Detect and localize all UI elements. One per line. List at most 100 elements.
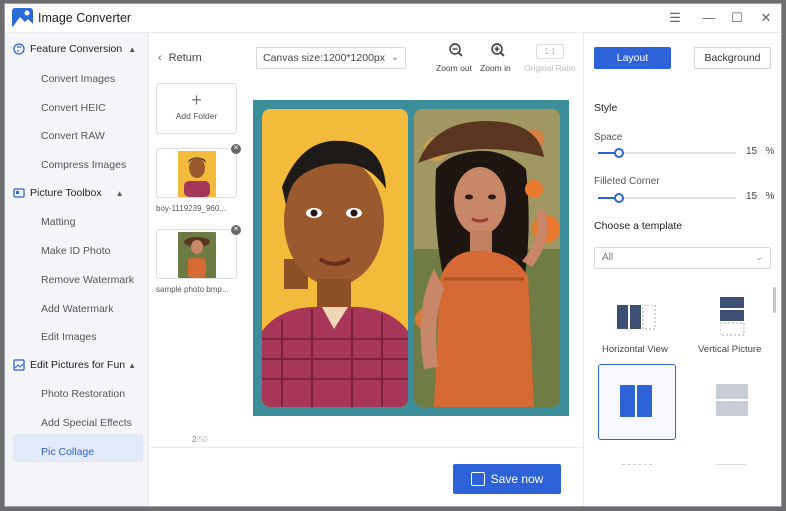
sidebar-item-compress-images[interactable]: Compress Images bbox=[41, 159, 126, 171]
collage-cell-left[interactable] bbox=[262, 109, 408, 407]
sidebar-item-matting[interactable]: Matting bbox=[41, 216, 75, 228]
sidebar-item-make-id-photo[interactable]: Make ID Photo bbox=[41, 245, 110, 257]
template-heading: Choose a template bbox=[594, 220, 683, 232]
toolbar: ‹ Return Canvas size:1200*1200px ⌄ Zoom o… bbox=[150, 33, 583, 83]
page-indicator: 2/50 bbox=[192, 435, 208, 444]
canvas-size-value: Canvas size:1200*1200px bbox=[263, 52, 386, 64]
app-logo-icon bbox=[12, 8, 33, 28]
template-filter-value: All bbox=[602, 252, 614, 263]
space-label: Space bbox=[594, 132, 623, 143]
ratio-button[interactable]: 1:1 bbox=[536, 44, 564, 59]
tab-layout[interactable]: Layout bbox=[594, 47, 671, 69]
return-label: Return bbox=[168, 52, 202, 64]
original-ratio-label: Original Ratio bbox=[524, 63, 576, 73]
sidebar-item-remove-watermark[interactable]: Remove Watermark bbox=[41, 274, 134, 286]
chevron-down-icon: ⌄ bbox=[390, 52, 399, 63]
woman-photo bbox=[414, 109, 560, 407]
chevron-left-icon: ‹ bbox=[158, 52, 162, 64]
add-folder-button[interactable]: + Add Folder bbox=[156, 83, 237, 134]
return-button[interactable]: ‹ Return bbox=[158, 52, 202, 64]
section-label: Feature Conversion bbox=[30, 43, 123, 55]
save-now-button[interactable]: Save now bbox=[453, 464, 561, 494]
two-row-layout-icon bbox=[716, 384, 748, 416]
collage-cell-right[interactable] bbox=[414, 109, 560, 407]
chevron-up-icon: ▲ bbox=[115, 188, 124, 198]
section-picture-toolbox[interactable]: Picture Toolbox ▲ bbox=[13, 183, 124, 203]
save-label: Save now bbox=[490, 472, 544, 486]
app-title: Image Converter bbox=[38, 11, 132, 25]
woman-thumbnail-image bbox=[178, 232, 216, 278]
plus-icon: + bbox=[191, 90, 202, 110]
corner-number: 15 bbox=[746, 191, 758, 202]
template-label-vertical: Vertical Picture bbox=[698, 344, 762, 355]
remove-thumbnail-icon[interactable]: ✕ bbox=[231, 225, 241, 235]
chevron-up-icon: ▲ bbox=[128, 44, 137, 54]
toolbox-icon bbox=[13, 188, 25, 198]
app-window: Image Converter ☰ — ☐ ✕ Feature Conversi… bbox=[4, 3, 782, 507]
zoom-out-label: Zoom out bbox=[436, 63, 472, 73]
boy-thumbnail-image bbox=[178, 151, 216, 197]
zoom-out-icon[interactable] bbox=[449, 43, 463, 57]
sidebar-item-add-special-effects[interactable]: Add Special Effects bbox=[41, 417, 132, 429]
sidebar-item-photo-restoration[interactable]: Photo Restoration bbox=[41, 388, 125, 400]
space-number: 15 bbox=[746, 146, 758, 157]
boy-photo bbox=[262, 109, 408, 407]
template-horizontal-view[interactable] bbox=[598, 293, 676, 369]
space-unit: % bbox=[765, 146, 775, 157]
section-edit-pictures-for-fun[interactable]: Edit Pictures for Fun ▲ bbox=[13, 355, 136, 375]
convert-icon bbox=[13, 43, 25, 55]
minimize-button[interactable]: — bbox=[701, 10, 717, 26]
collage-canvas[interactable] bbox=[253, 100, 569, 416]
section-feature-conversion[interactable]: Feature Conversion ▲ bbox=[13, 39, 136, 59]
filleted-corner-label: Filleted Corner bbox=[594, 176, 660, 187]
title-bar: Image Converter ☰ — ☐ ✕ bbox=[5, 4, 781, 33]
vertical-layout-icon bbox=[719, 297, 745, 336]
template-filter-select[interactable]: All ⌄ bbox=[594, 247, 771, 269]
close-button[interactable]: ✕ bbox=[758, 10, 774, 26]
thumbnail-boy[interactable]: ✕ bbox=[156, 144, 241, 198]
sidebar-item-convert-raw[interactable]: Convert RAW bbox=[41, 130, 105, 142]
section-label: Picture Toolbox bbox=[30, 187, 102, 199]
style-heading: Style bbox=[594, 102, 618, 114]
sidebar-item-convert-images[interactable]: Convert Images bbox=[41, 73, 115, 85]
page-total: /50 bbox=[196, 435, 208, 444]
chevron-up-icon: ▲ bbox=[128, 360, 137, 370]
space-slider-handle[interactable] bbox=[614, 148, 624, 158]
space-slider[interactable] bbox=[598, 148, 736, 158]
tab-background[interactable]: Background bbox=[694, 47, 771, 69]
right-panel: Layout Background Style Space 15 % Fille… bbox=[583, 33, 781, 506]
zoom-in-label: Zoom in bbox=[480, 63, 511, 73]
corner-unit: % bbox=[765, 191, 775, 202]
add-folder-label: Add Folder bbox=[175, 111, 218, 121]
picture-icon bbox=[13, 359, 25, 371]
zoom-in-icon[interactable] bbox=[491, 43, 505, 57]
menu-icon[interactable]: ☰ bbox=[667, 10, 683, 26]
corner-value: 15 % bbox=[746, 191, 774, 202]
template-two-row[interactable] bbox=[694, 364, 772, 440]
thumbnail-list: + Add Folder ✕ boy-1119239_960... ✕ samp… bbox=[150, 83, 245, 463]
maximize-button[interactable]: ☐ bbox=[729, 10, 745, 26]
template-scrollbar[interactable] bbox=[773, 287, 776, 313]
sidebar-item-add-watermark[interactable]: Add Watermark bbox=[41, 303, 114, 315]
template-partial-divider bbox=[622, 464, 652, 465]
sidebar-item-pic-collage[interactable]: Pic Collage bbox=[41, 446, 94, 458]
canvas-size-select[interactable]: Canvas size:1200*1200px ⌄ bbox=[256, 47, 406, 69]
save-icon bbox=[470, 472, 485, 486]
bottom-bar: Save now bbox=[150, 447, 583, 506]
filleted-corner-slider[interactable] bbox=[598, 193, 736, 203]
thumbnail-name: sample photo bmp... bbox=[156, 285, 229, 294]
chevron-down-icon: ⌄ bbox=[755, 252, 763, 262]
remove-thumbnail-icon[interactable]: ✕ bbox=[231, 144, 241, 154]
template-vertical-picture[interactable] bbox=[694, 293, 772, 369]
space-value: 15 % bbox=[746, 146, 774, 157]
template-two-column-selected[interactable] bbox=[598, 364, 676, 440]
template-partial-divider bbox=[716, 464, 746, 465]
sidebar: Feature Conversion ▲ Convert Images Conv… bbox=[5, 33, 149, 506]
sidebar-item-convert-heic[interactable]: Convert HEIC bbox=[41, 102, 106, 114]
section-label: Edit Pictures for Fun bbox=[30, 359, 126, 371]
thumbnail-name: boy-1119239_960... bbox=[156, 204, 226, 213]
two-column-layout-icon bbox=[620, 385, 652, 417]
sidebar-item-edit-images[interactable]: Edit Images bbox=[41, 331, 96, 343]
corner-slider-handle[interactable] bbox=[614, 193, 624, 203]
thumbnail-woman[interactable]: ✕ bbox=[156, 225, 241, 279]
